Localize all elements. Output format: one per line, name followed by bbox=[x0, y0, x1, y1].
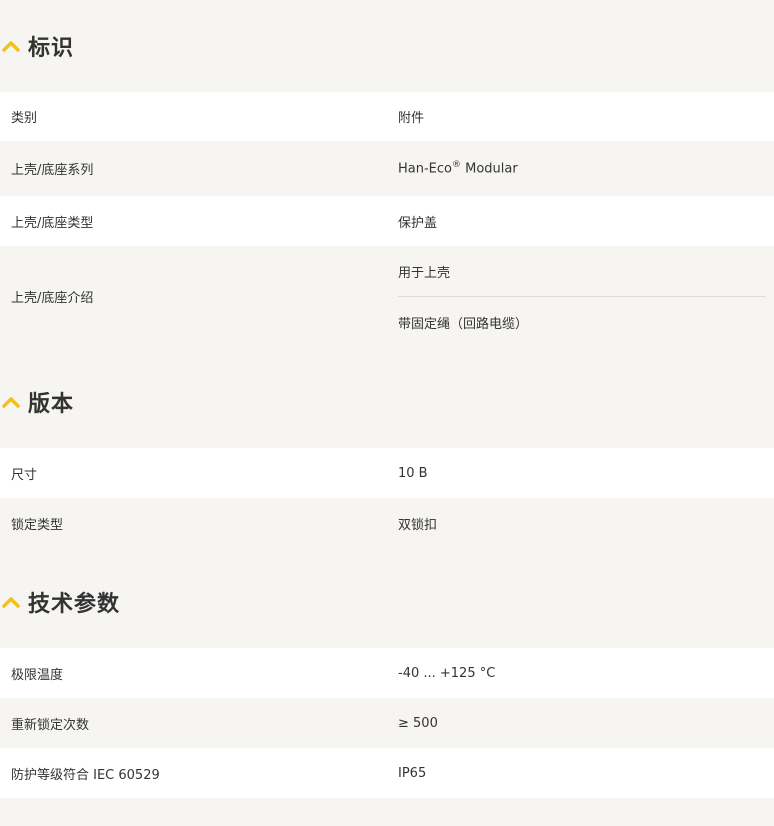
chevron-up-icon[interactable] bbox=[2, 39, 20, 53]
list-item: 用于上壳 bbox=[398, 265, 451, 281]
row-value: -40 ... +125 °C bbox=[398, 665, 496, 681]
row-label: 重新锁定次数 bbox=[11, 717, 90, 733]
row-value: 用于上壳 带固定绳（回路电缆） bbox=[387, 246, 774, 347]
section-header-technical[interactable]: 技术参数 bbox=[0, 556, 774, 648]
table-row: 类别 附件 bbox=[0, 92, 774, 141]
value-text: Han-Eco bbox=[398, 161, 452, 177]
table-row: 上壳/底座类型 保护盖 bbox=[0, 196, 774, 246]
row-label: 类别 bbox=[11, 111, 38, 126]
row-value: IP65 bbox=[398, 765, 427, 781]
section-identification: 标识 类别 附件 上壳/底座系列 Han-Eco® Modular 上壳/底座类… bbox=[0, 0, 774, 347]
section-header-version[interactable]: 版本 bbox=[0, 356, 774, 448]
row-label: 上壳/底座类型 bbox=[11, 215, 94, 231]
row-label: 防护等级符合 IEC 60529 bbox=[11, 767, 160, 783]
row-value: 双锁扣 bbox=[398, 517, 438, 533]
table-row: 上壳/底座系列 Han-Eco® Modular bbox=[0, 141, 774, 196]
table-row: 尺寸 10 B bbox=[0, 448, 774, 498]
table-row: 上壳/底座介绍 用于上壳 带固定绳（回路电缆） bbox=[0, 246, 774, 347]
table-row: 极限温度 -40 ... +125 °C bbox=[0, 648, 774, 698]
row-label: 上壳/底座介绍 bbox=[11, 291, 94, 306]
section-version: 版本 尺寸 10 B 锁定类型 双锁扣 bbox=[0, 356, 774, 548]
row-value: Han-Eco® Modular bbox=[387, 160, 774, 176]
row-label: 极限温度 bbox=[11, 667, 64, 683]
row-value: 附件 bbox=[398, 111, 425, 126]
registered-mark: ® bbox=[452, 160, 461, 171]
table-row: 防护等级符合 IEC 60529 IP65 bbox=[0, 748, 774, 798]
row-value: 保护盖 bbox=[398, 215, 438, 231]
row-value: 10 B bbox=[398, 465, 428, 481]
chevron-up-icon[interactable] bbox=[2, 595, 20, 609]
table-row: 重新锁定次数 ≥ 500 bbox=[0, 698, 774, 748]
section-title: 技术参数 bbox=[28, 592, 121, 617]
list-item: 带固定绳（回路电缆） bbox=[398, 296, 766, 347]
section-technical-data: 技术参数 极限温度 -40 ... +125 °C 重新锁定次数 ≥ 500 防… bbox=[0, 556, 774, 798]
section-title: 版本 bbox=[28, 392, 75, 417]
section-header-identification[interactable]: 标识 bbox=[0, 0, 774, 92]
row-label: 上壳/底座系列 bbox=[11, 163, 94, 178]
value-list: 用于上壳 带固定绳（回路电缆） bbox=[398, 246, 766, 347]
row-value: ≥ 500 bbox=[398, 715, 438, 731]
chevron-up-icon[interactable] bbox=[2, 395, 20, 409]
section-title: 标识 bbox=[28, 36, 75, 61]
row-label: 尺寸 bbox=[11, 467, 38, 483]
table-row: 锁定类型 双锁扣 bbox=[0, 498, 774, 548]
value-suffix: Modular bbox=[461, 161, 518, 177]
row-label: 锁定类型 bbox=[11, 517, 64, 533]
